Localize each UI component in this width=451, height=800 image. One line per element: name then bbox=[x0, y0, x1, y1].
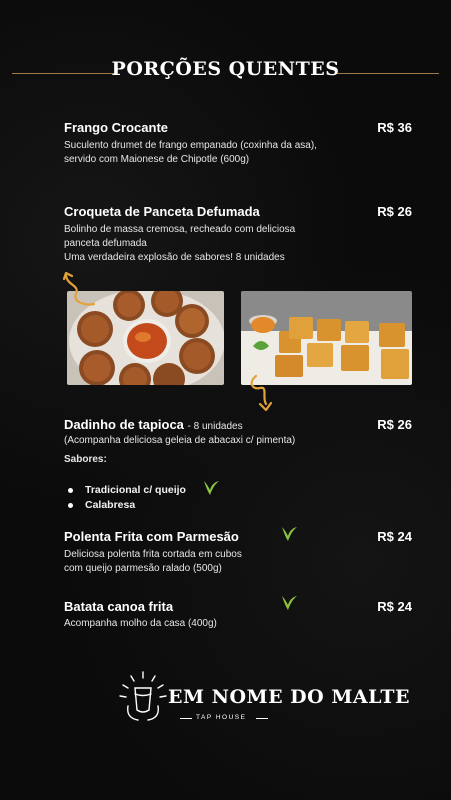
beer-glass-sunburst-logo bbox=[119, 671, 167, 721]
item-description: (Acompanha deliciosa geleia de abacaxi c… bbox=[64, 434, 295, 448]
logo-wordmark: EM NOME DO MALTE bbox=[168, 686, 411, 708]
item-name-text: Dadinho de tapioca bbox=[64, 417, 184, 432]
bullet-dot bbox=[68, 487, 73, 493]
description-line: com queijo parmesão ralado (500g) bbox=[64, 563, 222, 574]
dadinho-photo-art bbox=[241, 291, 412, 385]
description-line: (Acompanha deliciosa geleia de abacaxi c… bbox=[64, 435, 296, 446]
vegetarian-leaf-icon bbox=[282, 596, 297, 610]
item-price: R$ 26 bbox=[377, 417, 412, 432]
item-name: Batata canoa frita bbox=[64, 599, 174, 614]
flavor-option: Calabresa bbox=[68, 499, 135, 511]
description-line: Suculento drumet de frango empanado (cox… bbox=[64, 140, 317, 151]
logo-sub-line-left bbox=[180, 718, 192, 719]
item-description: Bolinho de massa cremosa, recheado com d… bbox=[64, 223, 295, 265]
brand-logo: EM NOME DO MALTE TAP HOUSE bbox=[118, 670, 410, 730]
item-price: R$ 24 bbox=[377, 599, 412, 614]
item-name: Dadinho de tapioca - 8 unidades bbox=[64, 417, 243, 432]
item-description: Suculento drumet de frango empanado (cox… bbox=[64, 139, 317, 167]
logo-sub-line-right bbox=[256, 718, 268, 719]
flavors-label: Sabores: bbox=[64, 454, 107, 465]
vegetarian-leaf-icon bbox=[282, 527, 297, 541]
item-description: Deliciosa polenta frita cortada em cubos… bbox=[64, 548, 242, 576]
description-line: Deliciosa polenta frita cortada em cubos bbox=[64, 549, 242, 560]
description-line: Bolinho de massa cremosa, recheado com d… bbox=[64, 224, 296, 235]
logo-subtitle: TAP HOUSE bbox=[196, 714, 247, 721]
flavor-option: Tradicional c/ queijo bbox=[68, 484, 186, 496]
item-description: Acompanha molho da casa (400g) bbox=[64, 617, 217, 631]
dadinho-photo bbox=[241, 291, 412, 385]
flavor-label: Tradicional c/ queijo bbox=[85, 484, 186, 496]
page-title: PORÇÕES QUENTES bbox=[111, 58, 340, 80]
flavor-label: Calabresa bbox=[85, 499, 136, 511]
item-name-suffix: - 8 unidades bbox=[187, 421, 243, 432]
item-price: R$ 24 bbox=[377, 529, 412, 544]
item-name: Frango Crocante bbox=[64, 120, 169, 135]
item-price: R$ 36 bbox=[377, 120, 412, 135]
description-line: panceta defumada bbox=[64, 238, 147, 249]
item-name: Polenta Frita com Parmesão bbox=[64, 529, 239, 544]
vegetarian-leaf-icon bbox=[204, 481, 219, 495]
bullet-dot bbox=[68, 502, 73, 508]
item-price: R$ 26 bbox=[377, 204, 412, 219]
curly-arrow-icon bbox=[250, 374, 273, 412]
description-line: Acompanha molho da casa (400g) bbox=[64, 618, 217, 629]
description-line: Uma verdadeira explosão de sabores! 8 un… bbox=[64, 252, 285, 263]
curly-arrow-icon bbox=[62, 271, 96, 306]
item-name: Croqueta de Panceta Defumada bbox=[64, 204, 260, 219]
description-line: servido com Maionese de Chipotle (600g) bbox=[64, 154, 250, 165]
